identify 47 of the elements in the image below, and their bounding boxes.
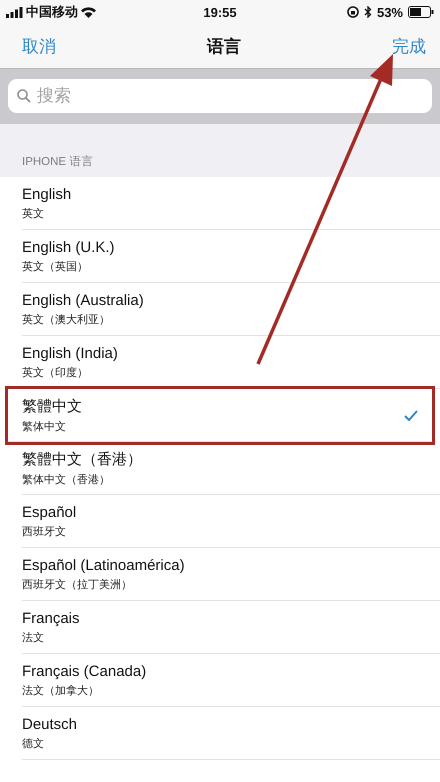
done-button[interactable]: 完成	[392, 34, 426, 58]
language-native-name: 法文	[22, 630, 45, 644]
language-name: 繁體中文	[22, 396, 83, 416]
language-row[interactable]: English 英文	[22, 177, 440, 230]
language-native-name: 英文（印度）	[22, 366, 89, 380]
section-header: IPHONE 语言	[22, 156, 94, 168]
language-name: Français	[22, 610, 81, 626]
language-name: Español (Latinoamérica)	[22, 556, 186, 574]
language-name: Français (Canada)	[22, 662, 148, 680]
language-native-name: 繁体中文	[22, 420, 67, 434]
battery-percent: 53%	[376, 4, 403, 20]
search-icon	[17, 89, 31, 103]
language-native-name: 英文（英国）	[22, 260, 89, 274]
language-name: English (U.K.)	[22, 238, 116, 256]
language-name: English (Australia)	[22, 292, 145, 308]
rotation-lock-icon	[346, 6, 359, 18]
language-row[interactable]: 繁體中文 繁体中文	[8, 389, 432, 442]
language-row[interactable]: Français (Canada) 法文（加拿大）	[22, 654, 440, 707]
language-native-name: 西班牙文	[22, 524, 67, 538]
language-name: 繁體中文（香港）	[22, 450, 143, 468]
language-row[interactable]: 繁體中文（香港） 繁体中文（香港）	[22, 442, 440, 495]
language-row[interactable]: Español (Latinoamérica) 西班牙文（拉丁美洲）	[22, 548, 440, 601]
language-native-name: 法文（加拿大）	[22, 684, 100, 698]
wifi-icon	[81, 6, 96, 18]
battery-icon	[408, 6, 434, 18]
language-row[interactable]: English (U.K.) 英文（英国）	[22, 230, 440, 283]
language-name: English (India)	[22, 344, 119, 362]
carrier-name: 中国移动	[26, 3, 78, 21]
language-name: English	[22, 186, 72, 202]
nav-title: 语言	[207, 36, 241, 58]
language-row[interactable]: English (India) 英文（印度）	[22, 336, 440, 389]
language-row[interactable]: Deutsch 德文	[22, 707, 440, 760]
language-native-name: 英文（澳大利亚）	[22, 312, 111, 326]
language-native-name: 德文	[22, 736, 45, 750]
language-row[interactable]: English (Australia) 英文（澳大利亚）	[22, 283, 440, 336]
signal-icon	[6, 6, 23, 18]
search-field[interactable]: 搜索	[8, 79, 432, 113]
cancel-button[interactable]: 取消	[22, 34, 56, 58]
language-name: Deutsch	[22, 716, 78, 732]
clock-time: 19:55	[203, 4, 237, 20]
bluetooth-icon	[364, 6, 372, 18]
language-native-name: 英文	[22, 206, 45, 220]
language-row[interactable]: Español 西班牙文	[22, 495, 440, 548]
language-row[interactable]: Français 法文	[22, 601, 440, 654]
language-native-name: 繁体中文（香港）	[22, 472, 111, 486]
language-native-name: 西班牙文（拉丁美洲）	[22, 578, 133, 592]
language-name: Español	[22, 504, 78, 520]
